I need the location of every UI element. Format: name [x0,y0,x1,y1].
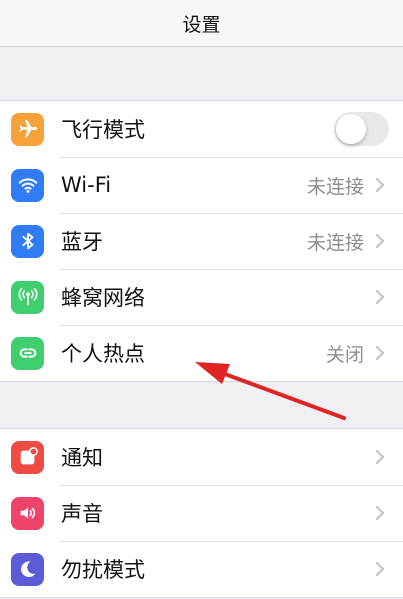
speaker-icon [11,496,44,530]
wifi-status-value: 未连接 [306,175,364,198]
settings-row-label: 蜂窝网络 [61,286,145,310]
settings-row-label: 通知 [61,446,103,470]
notifications-icon [11,440,44,474]
bluetooth-status-value: 未连接 [306,231,364,254]
settings-row-label: 声音 [61,502,103,526]
cellular-antenna-icon [11,280,44,314]
settings-row-notifications[interactable]: 通知 [0,429,403,485]
page-title: 设置 [182,13,221,36]
chevron-right-icon [375,233,385,249]
settings-row-cellular[interactable]: 蜂窝网络 [0,269,403,325]
settings-row-label: 个人热点 [61,342,145,366]
settings-row-personal-hotspot[interactable]: 个人热点 关闭 [0,325,403,381]
chevron-right-icon [375,177,385,193]
airplane-mode-toggle[interactable] [334,112,389,146]
settings-row-sounds[interactable]: 声音 [0,485,403,541]
moon-icon [11,552,44,586]
hotspot-status-value: 关闭 [325,343,364,366]
toggle-knob [336,114,366,144]
settings-row-wifi[interactable]: Wi-Fi 未连接 [0,157,403,213]
settings-row-label: 勿扰模式 [61,558,145,582]
chevron-right-icon [375,345,385,361]
wifi-icon [11,168,44,202]
chevron-right-icon [375,505,385,521]
chevron-right-icon [375,449,385,465]
settings-row-label: Wi-Fi [61,173,112,197]
settings-row-airplane-mode[interactable]: 飞行模式 [0,101,403,157]
personal-hotspot-icon [11,336,44,370]
airplane-icon [11,112,44,146]
navigation-bar: 设置 [0,0,403,47]
bluetooth-icon [11,224,44,258]
settings-row-bluetooth[interactable]: 蓝牙 未连接 [0,213,403,269]
settings-row-do-not-disturb[interactable]: 勿扰模式 [0,541,403,597]
chevron-right-icon [375,561,385,577]
chevron-right-icon [375,289,385,305]
connectivity-settings-group: 飞行模式 Wi-Fi 未连接 蓝牙 未连接 蜂窝网络 个人热点 关闭 [0,100,403,382]
settings-row-label: 蓝牙 [61,230,103,254]
settings-row-label: 飞行模式 [61,118,145,142]
general-settings-group: 通知 声音 勿扰模式 [0,428,403,598]
